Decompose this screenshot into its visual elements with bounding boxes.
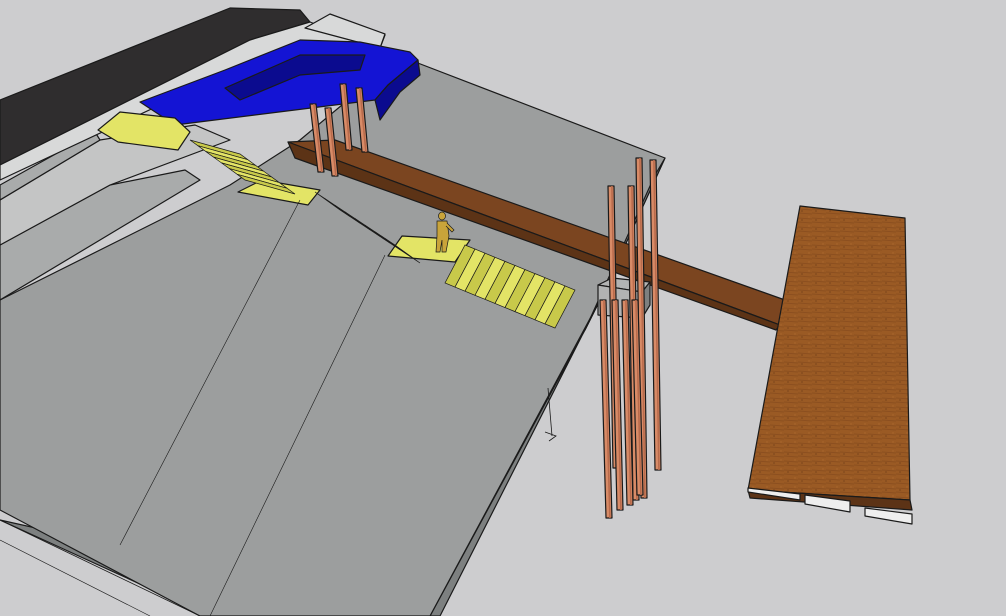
floating-deck-top[interactable] bbox=[747, 205, 911, 501]
model-scene[interactable] bbox=[0, 0, 1006, 616]
3d-viewport[interactable] bbox=[0, 0, 1006, 616]
figure-head bbox=[438, 211, 446, 221]
timber-post bbox=[649, 159, 662, 471]
pontoon bbox=[864, 507, 913, 525]
